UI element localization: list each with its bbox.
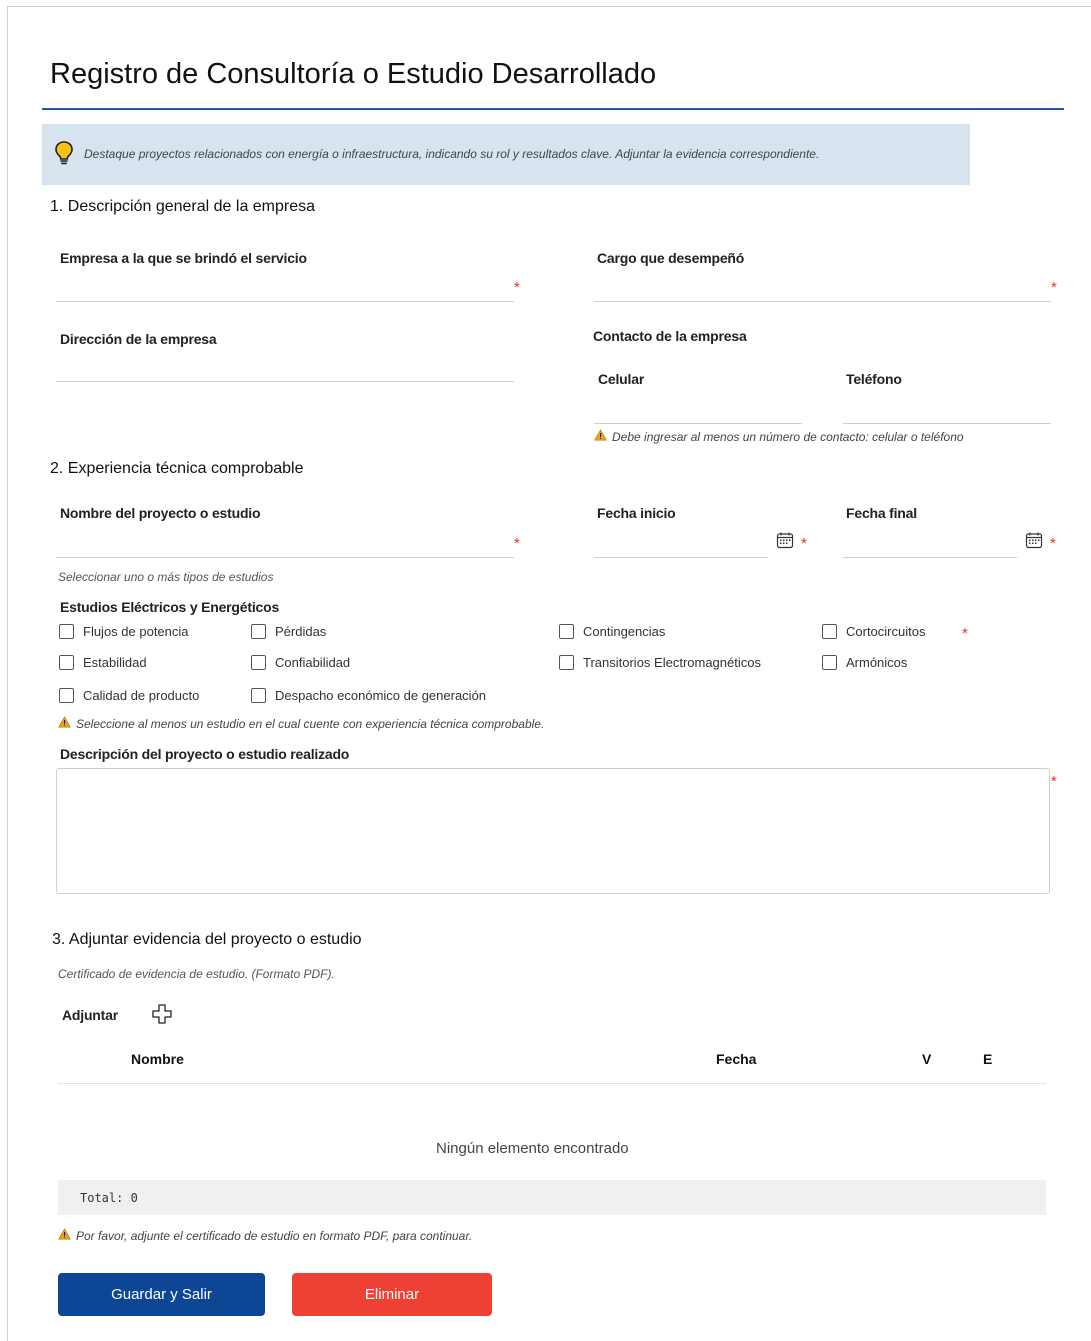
telefono-input-underline xyxy=(843,423,1051,424)
checkbox-label: Pérdidas xyxy=(275,624,327,639)
proyecto-required-mark: * xyxy=(514,535,520,552)
checkbox-box[interactable] xyxy=(59,624,74,639)
column-header-e: E xyxy=(983,1051,993,1067)
section-3-heading: 3. Adjuntar evidencia del proyecto o est… xyxy=(52,931,362,948)
checkbox-estabilidad[interactable]: Estabilidad xyxy=(59,655,147,670)
checkbox-box[interactable] xyxy=(59,688,74,703)
proyecto-label: Nombre del proyecto o estudio xyxy=(60,505,261,521)
total-count: Total: 0 xyxy=(80,1191,138,1205)
checkbox-box[interactable] xyxy=(59,655,74,670)
telefono-input[interactable] xyxy=(843,392,1051,424)
descripcion-required-mark: * xyxy=(1051,773,1057,790)
checkbox-box[interactable] xyxy=(822,624,837,639)
info-tip-banner: Destaque proyectos relacionados con ener… xyxy=(42,124,970,185)
evidencia-warning-text: Por favor, adjunte el certificado de est… xyxy=(76,1228,473,1243)
fecha-inicio-input[interactable] xyxy=(594,525,768,557)
cargo-input[interactable] xyxy=(594,270,1051,302)
table-footer: Total: 0 xyxy=(58,1180,1046,1215)
column-header-v: V xyxy=(922,1051,932,1067)
cargo-required-mark: * xyxy=(1051,279,1057,296)
save-and-exit-button[interactable]: Guardar y Salir xyxy=(58,1273,265,1316)
checkbox-armonicos[interactable]: Armónicos xyxy=(822,655,907,670)
checkbox-label: Armónicos xyxy=(846,655,908,670)
cargo-label: Cargo que desempeñó xyxy=(597,250,745,266)
delete-button[interactable]: Eliminar xyxy=(292,1273,492,1316)
proyecto-input-underline xyxy=(56,557,514,558)
checkbox-label: Cortocircuitos xyxy=(846,624,926,639)
celular-input-underline xyxy=(594,423,802,424)
estudios-group-label: Estudios Eléctricos y Energéticos xyxy=(60,599,280,615)
estudios-required-mark: * xyxy=(962,625,968,642)
checkbox-box[interactable] xyxy=(559,624,574,639)
empresa-required-mark: * xyxy=(514,279,520,296)
warning-icon xyxy=(594,429,607,444)
fecha-final-required-mark: * xyxy=(1050,535,1056,552)
lightbulb-icon xyxy=(54,140,74,171)
checkbox-label: Transitorios Electromagnéticos xyxy=(583,655,761,670)
empresa-label: Empresa a la que se brindó el servicio xyxy=(60,250,307,266)
proyecto-input[interactable] xyxy=(56,525,514,557)
checkbox-label: Estabilidad xyxy=(83,655,147,670)
checkbox-calidad-de-producto[interactable]: Calidad de producto xyxy=(59,688,199,703)
descripcion-textarea[interactable] xyxy=(56,768,1050,894)
fecha-inicio-required-mark: * xyxy=(801,535,807,552)
page-title: Registro de Consultoría o Estudio Desarr… xyxy=(50,58,657,90)
contacto-label: Contacto de la empresa xyxy=(593,328,747,344)
empty-table-message: Ningún elemento encontrado xyxy=(436,1140,629,1157)
checkbox-box[interactable] xyxy=(822,655,837,670)
checkbox-transitorios-electromagneticos[interactable]: Transitorios Electromagnéticos xyxy=(559,655,761,670)
direccion-label: Dirección de la empresa xyxy=(60,331,217,347)
title-divider xyxy=(42,108,1064,110)
empresa-input-underline xyxy=(56,301,514,302)
add-attachment-icon[interactable] xyxy=(151,1003,173,1030)
fecha-inicio-label: Fecha inicio xyxy=(597,505,676,521)
fecha-inicio-underline xyxy=(594,557,768,558)
calendar-icon[interactable] xyxy=(776,531,794,554)
column-header-nombre[interactable]: Nombre xyxy=(131,1051,184,1067)
estudios-warning-text: Seleccione al menos un estudio en el cua… xyxy=(76,716,545,731)
estudios-warning: Seleccione al menos un estudio en el cua… xyxy=(58,716,544,731)
fecha-final-label: Fecha final xyxy=(846,505,917,521)
checkbox-cortocircuitos[interactable]: Cortocircuitos xyxy=(822,624,925,639)
info-tip-text: Destaque proyectos relacionados con ener… xyxy=(84,147,820,161)
checkbox-label: Contingencias xyxy=(583,624,666,639)
direccion-input-underline xyxy=(56,381,514,382)
checkbox-box[interactable] xyxy=(251,655,266,670)
checkbox-box[interactable] xyxy=(251,624,266,639)
evidencia-hint: Certificado de evidencia de estudio. (Fo… xyxy=(58,967,335,981)
descripcion-label: Descripción del proyecto o estudio reali… xyxy=(60,746,350,762)
checkbox-flujos-de-potencia[interactable]: Flujos de potencia xyxy=(59,624,189,639)
checkbox-contingencias[interactable]: Contingencias xyxy=(559,624,665,639)
calendar-icon[interactable] xyxy=(1025,531,1043,554)
section-1-heading: 1. Descripción general de la empresa xyxy=(50,198,316,215)
celular-label: Celular xyxy=(598,371,645,387)
checkbox-confiabilidad[interactable]: Confiabilidad xyxy=(251,655,350,670)
contacto-warning-text: Debe ingresar al menos un número de cont… xyxy=(612,429,964,444)
checkbox-label: Despacho económico de generación xyxy=(275,688,487,703)
direccion-input[interactable] xyxy=(56,350,514,382)
table-header-divider xyxy=(58,1083,1046,1084)
checkbox-despacho-economico[interactable]: Despacho económico de generación xyxy=(251,688,486,703)
checkbox-perdidas[interactable]: Pérdidas xyxy=(251,624,326,639)
adjuntar-label: Adjuntar xyxy=(62,1007,118,1023)
fecha-final-input[interactable] xyxy=(843,525,1017,557)
checkbox-label: Flujos de potencia xyxy=(83,624,189,639)
checkbox-box[interactable] xyxy=(559,655,574,670)
warning-icon xyxy=(58,716,71,731)
empresa-input[interactable] xyxy=(56,270,514,302)
checkbox-label: Confiabilidad xyxy=(275,655,351,670)
fecha-final-underline xyxy=(843,557,1017,558)
section-2-heading: 2. Experiencia técnica comprobable xyxy=(50,460,304,477)
checkbox-box[interactable] xyxy=(251,688,266,703)
telefono-label: Teléfono xyxy=(846,371,902,387)
tipos-estudios-hint: Seleccionar uno o más tipos de estudios xyxy=(58,570,274,584)
evidencia-warning: Por favor, adjunte el certificado de est… xyxy=(58,1228,472,1243)
column-header-fecha[interactable]: Fecha xyxy=(716,1051,756,1067)
checkbox-label: Calidad de producto xyxy=(83,688,200,703)
warning-icon xyxy=(58,1228,71,1243)
cargo-input-underline xyxy=(594,301,1051,302)
contacto-warning: Debe ingresar al menos un número de cont… xyxy=(594,429,964,444)
celular-input[interactable] xyxy=(594,392,802,424)
